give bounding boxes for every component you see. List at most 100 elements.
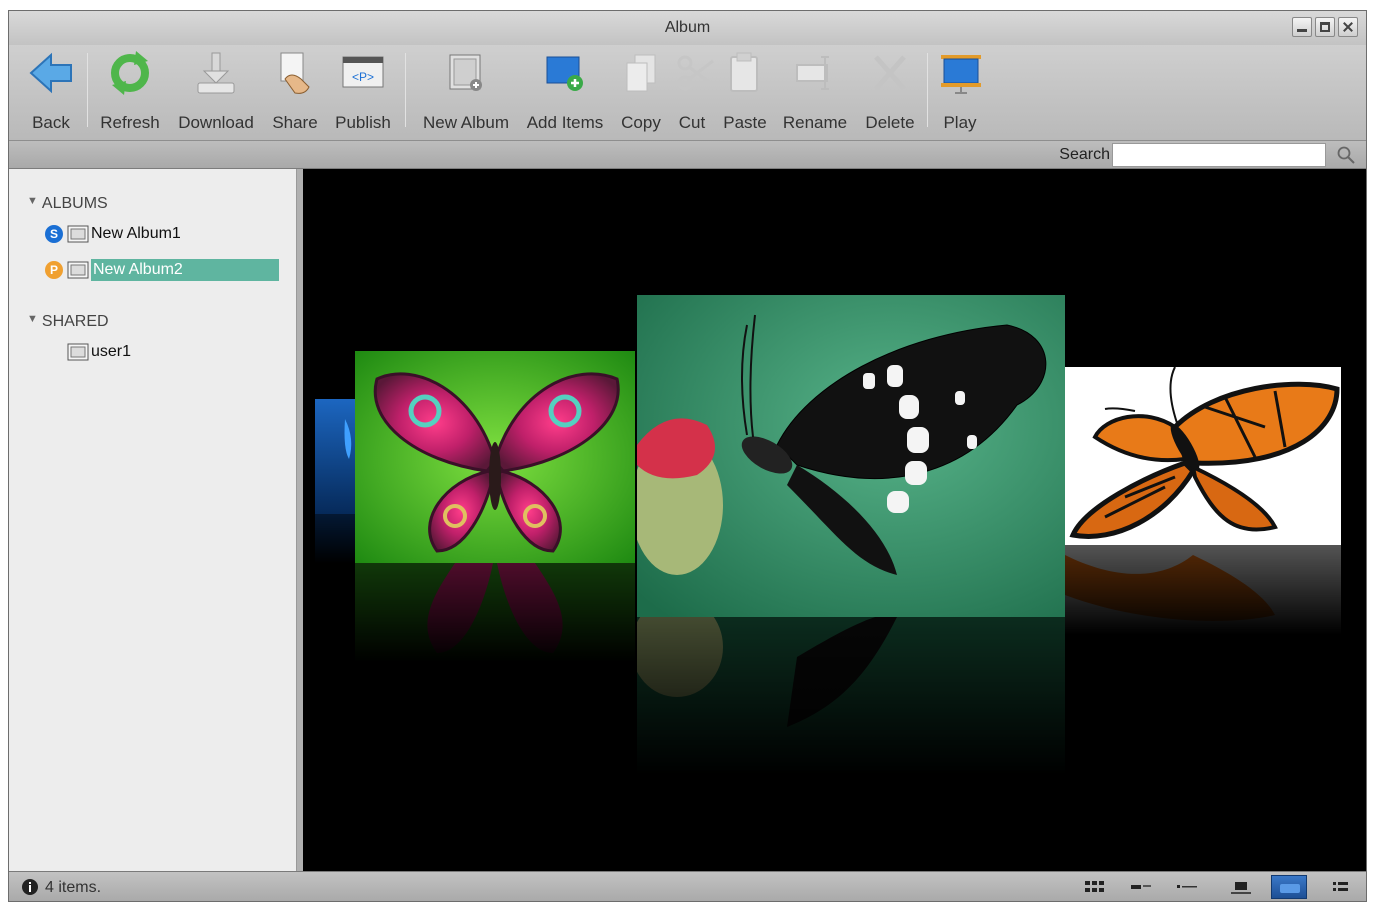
albums-section-header[interactable]: ▼ ALBUMS <box>27 195 108 213</box>
window-controls <box>1292 17 1358 37</box>
paste-button[interactable]: Paste <box>719 49 771 135</box>
album-icon <box>67 261 89 279</box>
shared-section-header[interactable]: ▼ SHARED <box>27 313 109 331</box>
play-button[interactable]: Play <box>937 49 983 135</box>
play-label: Play <box>943 113 977 132</box>
filmstrip-view-icon <box>1231 882 1251 894</box>
refresh-icon <box>111 51 149 95</box>
album-label: New Album2 <box>91 259 279 281</box>
album-icon <box>67 225 89 243</box>
collapse-triangle-icon[interactable]: ▼ <box>27 313 38 325</box>
refresh-label: Refresh <box>100 113 160 132</box>
thumbnail-grid-view-button[interactable] <box>1077 875 1113 899</box>
delete-button[interactable]: Delete <box>861 49 919 135</box>
details-view-button[interactable] <box>1325 875 1361 899</box>
list-view-button[interactable] <box>1169 875 1205 899</box>
maximize-button[interactable] <box>1315 17 1335 37</box>
refresh-button[interactable]: Refresh <box>97 49 163 135</box>
delete-icon <box>874 55 906 91</box>
add-items-label: Add Items <box>526 113 604 132</box>
list-detail-view-icon <box>1131 885 1151 889</box>
cut-label: Cut <box>678 113 706 132</box>
list-detail-view-button[interactable] <box>1123 875 1159 899</box>
shared-user-label: user1 <box>91 343 132 360</box>
coverflow-viewer <box>303 169 1366 871</box>
copy-button[interactable]: Copy <box>617 49 665 135</box>
photo-reflection <box>355 563 635 663</box>
album-window: Album Back Refresh Download Share <P> Pu… <box>8 10 1367 902</box>
new-album-button[interactable]: New Album <box>419 49 513 135</box>
info-icon <box>22 879 38 895</box>
photo-reflection <box>315 514 355 564</box>
coverflow-view-icon <box>1280 884 1300 893</box>
toolbar-separator <box>927 53 928 127</box>
rename-icon <box>796 56 829 90</box>
svg-text:<P>: <P> <box>352 70 374 84</box>
shared-user-item[interactable]: user1 <box>67 339 131 365</box>
new-album-label: New Album <box>423 113 509 132</box>
copy-icon <box>626 54 656 92</box>
monarch-butterfly-photo[interactable] <box>1065 367 1341 545</box>
toolbar-separator <box>87 53 88 127</box>
title-bar: Album <box>9 11 1366 45</box>
rename-label: Rename <box>782 113 848 132</box>
psychedelic-butterfly-photo[interactable] <box>355 351 635 563</box>
share-button[interactable]: Share <box>269 49 321 135</box>
album-item[interactable]: S New Album1 <box>45 221 181 247</box>
paste-label: Paste <box>723 113 767 132</box>
download-button[interactable]: Download <box>175 49 257 135</box>
publish-icon: <P> <box>342 56 384 88</box>
coverflow-view-button[interactable] <box>1271 875 1307 899</box>
share-icon <box>280 52 310 94</box>
blue-butterfly-photo[interactable] <box>315 399 355 514</box>
cut-icon <box>677 55 714 91</box>
rename-button[interactable]: Rename <box>779 49 851 135</box>
minimize-button[interactable] <box>1292 17 1312 37</box>
photo-reflection <box>637 617 1065 777</box>
close-icon <box>1343 22 1353 32</box>
search-label: Search <box>1059 146 1110 163</box>
shared-badge-icon: S <box>45 225 63 243</box>
album-tree-panel: ▼ ALBUMS S New Album1 P New Album2 ▼ SHARE… <box>9 169 297 871</box>
grid-view-icon <box>1085 881 1104 892</box>
back-label: Back <box>32 113 70 132</box>
add-items-icon <box>546 56 583 91</box>
play-slideshow-icon <box>941 55 981 94</box>
album-icon <box>67 343 89 361</box>
album-label: New Album1 <box>91 225 181 242</box>
published-badge-icon: P <box>45 261 63 279</box>
toolbar: Back Refresh Download Share <P> Publish … <box>9 45 1366 141</box>
copy-label: Copy <box>621 113 661 132</box>
filmstrip-view-button[interactable] <box>1223 875 1259 899</box>
publish-button[interactable]: <P> Publish <box>331 49 395 135</box>
toolbar-separator <box>405 53 406 127</box>
albums-header-label: ALBUMS <box>41 195 108 212</box>
status-bar: 4 items. <box>9 871 1366 901</box>
search-bar: Search <box>9 141 1366 169</box>
cut-button[interactable]: Cut <box>673 49 714 135</box>
black-swallowtail-butterfly-photo[interactable] <box>637 295 1065 617</box>
download-icon <box>197 52 235 94</box>
item-count: 4 items. <box>45 879 102 896</box>
photo-reflection <box>1065 545 1341 635</box>
shared-header-label: SHARED <box>41 313 109 330</box>
collapse-triangle-icon[interactable]: ▼ <box>27 195 38 207</box>
list-view-icon <box>1177 885 1197 888</box>
back-button[interactable]: Back <box>23 49 79 135</box>
download-label: Download <box>178 113 254 132</box>
details-view-icon <box>1333 882 1348 891</box>
search-input[interactable] <box>1112 143 1326 167</box>
add-items-button[interactable]: Add Items <box>523 49 607 135</box>
share-label: Share <box>272 113 318 132</box>
maximize-icon <box>1320 22 1330 32</box>
paste-icon <box>730 52 758 92</box>
close-button[interactable] <box>1338 17 1358 37</box>
minimize-icon <box>1297 22 1307 32</box>
publish-label: Publish <box>335 113 391 132</box>
album-item-selected[interactable]: P New Album2 <box>45 257 279 283</box>
new-album-icon <box>449 54 482 91</box>
search-icon[interactable] <box>1336 145 1356 165</box>
back-arrow-icon <box>29 52 72 94</box>
window-title: Album <box>664 19 711 36</box>
delete-label: Delete <box>865 113 915 132</box>
